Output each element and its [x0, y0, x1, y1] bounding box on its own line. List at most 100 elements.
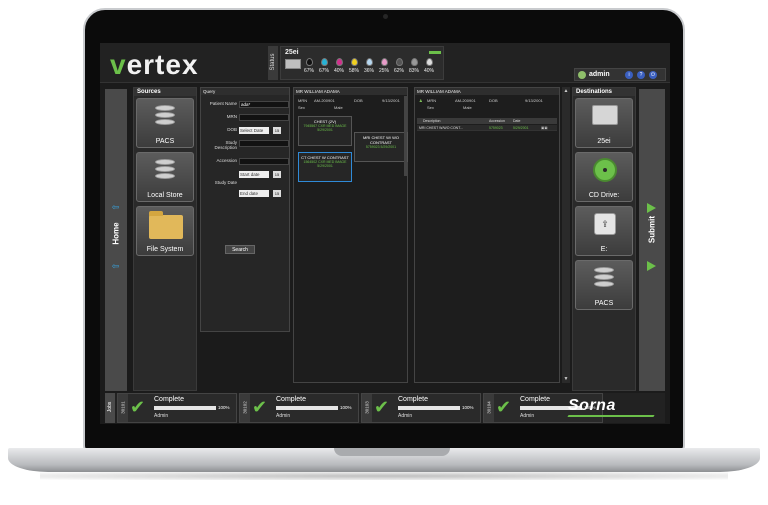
- ink-drop-icon: [395, 58, 403, 66]
- job-card[interactable]: 30102 ✔ Complete 100% Admin: [239, 393, 359, 423]
- dob-row: DOB Select Date 15: [203, 127, 289, 135]
- job-id-label: 30103: [364, 401, 370, 414]
- ink-percent: 67%: [318, 68, 329, 74]
- sex-value: Male: [463, 105, 472, 110]
- calendar-icon[interactable]: 15: [273, 127, 281, 134]
- column-date: Date: [513, 119, 521, 123]
- logout-icon[interactable]: ⏻: [649, 71, 657, 79]
- ink-drop-icon: [335, 58, 343, 66]
- job-id-label: 30101: [120, 401, 126, 414]
- job-card[interactable]: 30101 ✔ Complete 100% Admin: [117, 393, 237, 423]
- ink-percent: 25%: [378, 68, 389, 74]
- check-icon: ✔: [496, 397, 512, 417]
- printer-icon: [285, 59, 301, 69]
- end-date-input[interactable]: End date: [239, 190, 269, 197]
- study-date-label: Study Date: [214, 180, 237, 185]
- main-scrollbar[interactable]: ▲ ▼: [562, 87, 570, 383]
- mrn-input[interactable]: [239, 114, 289, 121]
- laptop: vertex Status 25ei 67% 67% 40% 58% 36% 25% 62%…: [0, 0, 768, 505]
- laptop-shadow: [40, 472, 728, 480]
- study-description-input[interactable]: [239, 140, 289, 147]
- cell-date: 5/29/2001: [513, 126, 529, 130]
- source-label: PACS: [155, 138, 175, 145]
- start-date-input[interactable]: Start date: [239, 171, 269, 178]
- query-title: Query: [201, 88, 289, 95]
- study-card[interactable]: CHEST (2V) 7945567 CXR MED IMAGE 5/29/20…: [298, 116, 352, 146]
- studies-scrollbar[interactable]: [404, 96, 407, 176]
- destination-printer[interactable]: 25ei: [575, 98, 633, 148]
- study-subtitle: 1564502 CXR MED IMAGE 5/29/2001: [303, 160, 347, 168]
- status-tab[interactable]: Status: [268, 46, 278, 80]
- destinations-title: Destinations: [573, 88, 635, 96]
- ink-level: 40%: [333, 58, 345, 74]
- study-card[interactable]: MRI CHEST W/ WO CONTRAST 5759023 5/29/20…: [354, 132, 408, 162]
- help-icon[interactable]: ?: [637, 71, 645, 79]
- ink-level: 36%: [363, 58, 375, 74]
- accession-label: Accession: [216, 158, 237, 163]
- arrow-left-icon: ⇦: [111, 261, 120, 271]
- user-name: admin: [589, 71, 610, 78]
- ink-percent: 67%: [303, 68, 314, 74]
- source-label: Local Store: [147, 192, 183, 199]
- calendar-icon[interactable]: 15: [273, 190, 281, 197]
- source-pacs[interactable]: PACS: [136, 98, 194, 148]
- patient-icon: ♟: [419, 98, 423, 103]
- delete-icon[interactable]: ▣▣: [541, 126, 548, 130]
- cell-description: MRI CHEST W/WO CONT...: [419, 126, 463, 130]
- database-icon: [155, 105, 175, 129]
- home-button[interactable]: ⇦ Home ⇦: [105, 89, 127, 391]
- dob-value: 9/13/2001: [382, 98, 400, 103]
- search-button[interactable]: Search: [225, 245, 255, 254]
- vertex-logo: vertex: [110, 49, 199, 80]
- dob-input[interactable]: Select Date: [239, 127, 269, 134]
- mrn-value: AM-200901: [455, 98, 476, 103]
- study-card-selected[interactable]: CT CHEST W CONTRAST 1564502 CXR MED IMAG…: [298, 152, 352, 182]
- query-panel: Query Patient Name ada* MRN DOB Select D…: [200, 87, 290, 332]
- scroll-down-icon[interactable]: ▼: [563, 376, 569, 382]
- sorna-logo: Sorna: [567, 397, 655, 417]
- dob-label: DOB: [354, 98, 363, 103]
- source-local-store[interactable]: Local Store: [136, 152, 194, 202]
- job-progress-bar: [154, 406, 216, 410]
- submit-button[interactable]: Submit: [639, 89, 665, 391]
- user-area: admin i ? ⏻: [574, 68, 666, 81]
- ink-percent: 40%: [333, 68, 344, 74]
- destination-usb[interactable]: ⇪ E:: [575, 206, 633, 256]
- calendar-icon[interactable]: 15: [273, 171, 281, 178]
- sources-title: Sources: [134, 88, 196, 96]
- sex-label: Sex: [427, 105, 434, 110]
- column-description: Description: [423, 119, 441, 123]
- destination-cd-drive[interactable]: CD Drive:: [575, 152, 633, 202]
- header: vertex Status 25ei 67% 67% 40% 58% 36% 25% 62%…: [100, 43, 670, 83]
- study-subtitle: 7945567 CXR MED IMAGE 5/29/2001: [303, 124, 347, 132]
- printer-icon: [592, 105, 618, 125]
- scroll-up-icon[interactable]: ▲: [563, 88, 569, 94]
- ink-level: 40%: [423, 58, 435, 74]
- sex-label: Sex: [298, 105, 305, 110]
- study-title: MRI CHEST W/ WO CONTRAST: [363, 135, 399, 145]
- series-panel: MR WILLIAM ADAMA ♟ MRN AM-200901 DOB 9/1…: [414, 87, 560, 383]
- job-id: 30104: [484, 394, 494, 422]
- table-row[interactable]: MRI CHEST W/WO CONT... 5759023 5/29/2001…: [417, 125, 557, 131]
- job-id-label: 30102: [242, 401, 248, 414]
- destination-pacs[interactable]: PACS: [575, 260, 633, 310]
- jobs-tab[interactable]: Jobs: [105, 393, 115, 423]
- patient-name-input[interactable]: ada*: [239, 101, 289, 108]
- job-id: 30103: [362, 394, 372, 422]
- patient-panel-title: MR WILLIAM ADAMA: [294, 88, 407, 95]
- info-icon[interactable]: i: [625, 71, 633, 79]
- job-progress-fill: [276, 406, 338, 410]
- destination-label: PACS: [594, 300, 614, 307]
- ink-drop-icon: [410, 58, 418, 66]
- job-id-label: 30104: [486, 401, 492, 414]
- accession-input[interactable]: [239, 158, 289, 165]
- ink-percent: 40%: [423, 68, 434, 74]
- source-file-system[interactable]: File System: [136, 206, 194, 256]
- mrn-label: MRN: [298, 98, 308, 103]
- job-card[interactable]: 30103 ✔ Complete 100% Admin: [361, 393, 481, 423]
- job-percent: 100%: [340, 405, 352, 410]
- database-icon: [594, 267, 614, 291]
- ink-drop-icon: [350, 58, 358, 66]
- sex-value: Male: [334, 105, 343, 110]
- patient-name-row: Patient Name ada*: [203, 101, 289, 109]
